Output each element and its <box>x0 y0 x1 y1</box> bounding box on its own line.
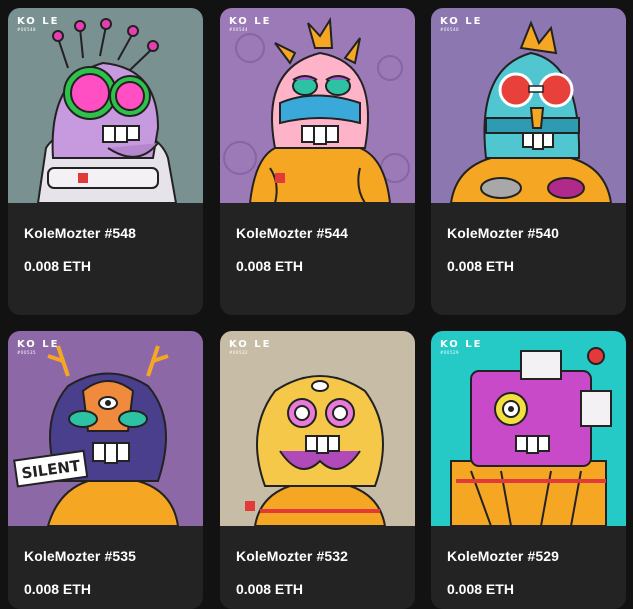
kole-logo: KO LE #00535 <box>17 339 60 355</box>
nft-card[interactable]: KO LE #00544 KoleMozter #544 0.008 ETH <box>220 8 415 315</box>
nft-title[interactable]: KoleMozter #544 <box>236 225 348 241</box>
nft-card[interactable]: KO LE #00532 KoleMozter #532 0.008 ETH <box>220 331 415 609</box>
monster-illustration <box>220 8 415 203</box>
nft-title[interactable]: KoleMozter #532 <box>236 548 348 564</box>
nft-card[interactable]: KO LE #00548 KoleMozter #548 0.008 ETH <box>8 8 203 315</box>
nft-price: 0.008 ETH <box>447 581 514 597</box>
nft-artwork[interactable]: KO LE #00529 <box>431 331 626 526</box>
nft-price: 0.008 ETH <box>24 581 91 597</box>
nft-card[interactable]: SILENT KO LE #00535 KoleMozter #535 0.008… <box>8 331 203 609</box>
nft-card[interactable]: KO LE #00540 KoleMozter #540 0.008 ETH <box>431 8 626 315</box>
nft-artwork[interactable]: KO LE #00540 <box>431 8 626 203</box>
nft-price: 0.008 ETH <box>24 258 91 274</box>
nft-card[interactable]: KO LE #00529 KoleMozter #529 0.008 ETH <box>431 331 626 609</box>
nft-price: 0.008 ETH <box>236 581 303 597</box>
nft-title[interactable]: KoleMozter #548 <box>24 225 136 241</box>
monster-illustration <box>220 331 415 526</box>
monster-illustration <box>431 331 626 526</box>
nft-artwork[interactable]: SILENT KO LE #00535 <box>8 331 203 526</box>
nft-title[interactable]: KoleMozter #529 <box>447 548 559 564</box>
kole-logo: KO LE #00529 <box>440 339 483 355</box>
monster-illustration <box>431 8 626 203</box>
nft-artwork[interactable]: KO LE #00532 <box>220 331 415 526</box>
kole-logo: KO LE #00544 <box>229 16 272 32</box>
monster-illustration <box>8 8 203 203</box>
kole-logo: KO LE #00540 <box>440 16 483 32</box>
kole-logo: KO LE #00532 <box>229 339 272 355</box>
kole-logo: KO LE #00548 <box>17 16 60 32</box>
nft-title[interactable]: KoleMozter #540 <box>447 225 559 241</box>
nft-title[interactable]: KoleMozter #535 <box>24 548 136 564</box>
nft-price: 0.008 ETH <box>236 258 303 274</box>
monster-illustration: SILENT <box>8 331 203 526</box>
nft-price: 0.008 ETH <box>447 258 514 274</box>
nft-artwork[interactable]: KO LE #00544 <box>220 8 415 203</box>
nft-grid: KO LE #00548 KoleMozter #548 0.008 ETH K… <box>0 0 633 609</box>
nft-artwork[interactable]: KO LE #00548 <box>8 8 203 203</box>
